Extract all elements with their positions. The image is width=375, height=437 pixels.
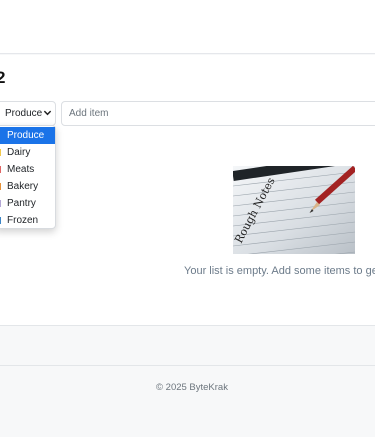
empty-state-message: Your list is empty. Add some items to ge… [184, 265, 375, 277]
page-title: 2 [0, 68, 6, 87]
add-item-placeholder: Add item [69, 108, 109, 119]
empty-list-illustration: Rough Notes [233, 166, 355, 254]
bakery-color-marker [0, 183, 1, 190]
chevron-down-icon [43, 110, 52, 116]
category-select-value: Produce [5, 108, 43, 119]
frozen-color-marker [0, 217, 1, 224]
produce-color-marker [0, 132, 1, 139]
content-divider [0, 325, 375, 326]
notebook-pencil-image: Rough Notes [233, 166, 355, 254]
meats-color-marker [0, 166, 1, 173]
footer-copyright: © 2025 ByteKrak [156, 382, 228, 393]
footer-divider [0, 365, 375, 366]
category-dropdown: Produce Dairy Meats Bakery Pantry Frozen [0, 125, 56, 229]
dairy-color-marker [0, 149, 1, 156]
category-option-bakery[interactable]: Bakery [0, 178, 55, 195]
category-option-produce[interactable]: Produce [0, 127, 55, 144]
category-option-dairy[interactable]: Dairy [0, 144, 55, 161]
category-option-frozen[interactable]: Frozen [0, 212, 55, 229]
category-option-meats[interactable]: Meats [0, 161, 55, 178]
category-select[interactable]: Produce [0, 101, 56, 126]
category-option-pantry[interactable]: Pantry [0, 195, 55, 212]
add-item-input[interactable]: Add item [61, 101, 375, 126]
top-navbar [0, 0, 375, 54]
pantry-color-marker [0, 200, 1, 207]
